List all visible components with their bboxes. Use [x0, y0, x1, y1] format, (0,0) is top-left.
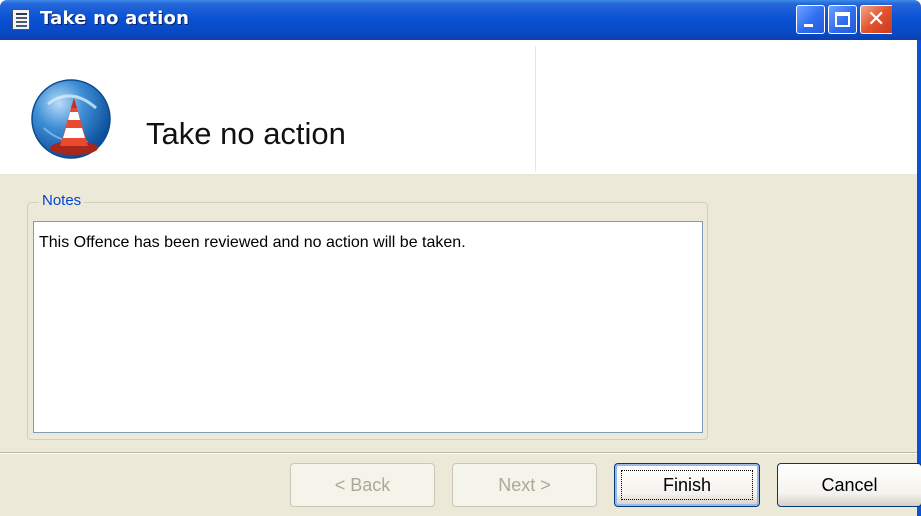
close-icon: ✕ — [867, 7, 886, 32]
window-border — [917, 40, 921, 516]
header-panel — [0, 40, 917, 176]
window-menu-icon[interactable] — [12, 9, 30, 30]
minimize-button[interactable] — [796, 5, 825, 34]
page-title: Take no action — [146, 116, 346, 151]
window-title: Take no action — [40, 8, 190, 29]
finish-button[interactable]: Finish — [614, 463, 760, 507]
notes-textarea[interactable]: This Offence has been reviewed and no ac… — [33, 221, 703, 433]
minimize-icon — [804, 24, 813, 27]
traffic-cone-icon — [31, 79, 111, 159]
title-bar[interactable]: Take no action ✕ — [0, 0, 921, 40]
back-button[interactable]: < Back — [290, 463, 435, 507]
cancel-button[interactable]: Cancel — [777, 463, 921, 507]
maximize-button[interactable] — [828, 5, 857, 34]
header-divider — [535, 46, 536, 172]
dialog-window: Take no action ✕ Take no action Notes Th… — [0, 0, 921, 516]
maximize-icon — [835, 12, 850, 27]
next-button[interactable]: Next > — [452, 463, 597, 507]
focus-indicator — [621, 470, 753, 500]
close-button[interactable]: ✕ — [860, 5, 892, 34]
notes-label: Notes — [39, 192, 85, 209]
